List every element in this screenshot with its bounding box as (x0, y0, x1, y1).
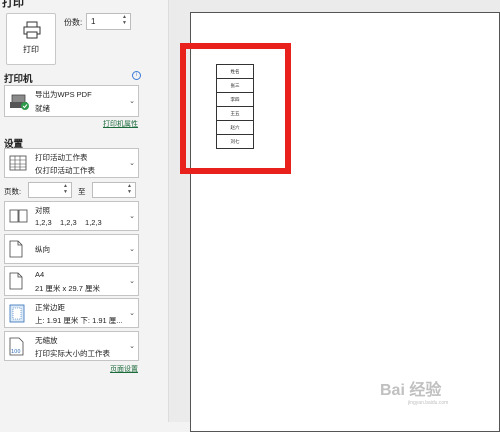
orientation-line1: 纵向 (35, 245, 50, 254)
watermark-sub: jingyan.baidu.com (408, 400, 449, 406)
print-scope-line2: 仅打印活动工作表 (35, 166, 95, 175)
pages-to-stepper[interactable]: ▲ ▼ (92, 182, 136, 198)
info-icon[interactable]: i (132, 71, 141, 80)
printer-status: 就绪 (35, 104, 50, 113)
margins-line2: 上: 1.91 厘米 下: 1.91 厘... (35, 316, 123, 325)
chevron-down-icon: ⌄ (129, 246, 135, 253)
print-scope-line1: 打印活动工作表 (35, 153, 88, 162)
chevron-down-icon: ⌄ (129, 278, 135, 285)
chevron-down-icon: ⌄ (129, 343, 135, 350)
margins-select[interactable]: 正常边距 上: 1.91 厘米 下: 1.91 厘... ⌄ (4, 298, 139, 328)
scaling-line1: 无缩放 (35, 336, 58, 345)
scaling-100-icon: 100 (9, 337, 24, 356)
printer-select[interactable]: 导出为WPS PDF 就绪 ⌄ (4, 85, 139, 117)
print-button-label: 打印 (23, 45, 39, 54)
collation-select[interactable]: 对照 1,2,3 1,2,3 1,2,3 ⌄ (4, 201, 139, 231)
printer-section-title: 打印机 (4, 74, 33, 85)
print-settings-panel: 打印 打印 份数: 1 ▲ ▼ 打印机 i 导出为WPS PDF 就绪 ⌄ 打印机… (0, 0, 168, 422)
paper-size-icon (9, 272, 23, 290)
printer-icon (23, 21, 41, 39)
printer-name: 导出为WPS PDF (35, 90, 92, 99)
margins-icon (9, 304, 25, 323)
pdf-printer-icon (10, 94, 29, 110)
watermark: Bai 经验 (380, 382, 442, 399)
orientation-select[interactable]: 纵向 ⌄ (4, 234, 139, 264)
pages-from-stepper[interactable]: ▲ ▼ (28, 182, 72, 198)
highlight-box (180, 43, 291, 174)
print-scope-select[interactable]: 打印活动工作表 仅打印活动工作表 ⌄ (4, 148, 139, 178)
paper-size-select[interactable]: A4 21 厘米 x 29.7 厘米 ⌄ (4, 266, 139, 296)
chevron-down-icon: ⌄ (129, 310, 135, 317)
collate-pages-icon (9, 209, 28, 223)
printer-properties-link[interactable]: 打印机属性 (103, 119, 138, 129)
collation-line2: 1,2,3 1,2,3 1,2,3 (35, 218, 102, 227)
worksheet-grid-icon (9, 155, 27, 171)
copies-value: 1 (91, 17, 96, 26)
svg-text:100: 100 (11, 349, 21, 355)
scaling-select[interactable]: 100 无缩放 打印实际大小的工作表 ⌄ (4, 331, 139, 361)
paper-size-line1: A4 (35, 270, 45, 279)
copies-stepper[interactable]: 1 ▲ ▼ (86, 13, 131, 30)
collation-line1: 对照 (35, 206, 50, 215)
print-button[interactable]: 打印 (6, 13, 56, 65)
chevron-down-icon: ⌄ (129, 98, 135, 105)
panel-title: 打印 (2, 0, 24, 9)
copies-label: 份数: (64, 18, 83, 27)
chevron-down-icon: ⌄ (129, 213, 135, 220)
portrait-page-icon (9, 240, 23, 258)
pages-to-label: 至 (78, 187, 86, 196)
scaling-line2: 打印实际大小的工作表 (35, 349, 110, 358)
pages-label: 页数: (4, 187, 22, 196)
page-setup-link[interactable]: 页面设置 (110, 364, 138, 374)
stepper-arrows-icon[interactable]: ▲ ▼ (122, 14, 127, 26)
stepper-arrows-icon[interactable]: ▲ ▼ (63, 183, 68, 195)
chevron-down-icon: ⌄ (129, 160, 135, 167)
paper-size-line2: 21 厘米 x 29.7 厘米 (35, 284, 101, 293)
stepper-arrows-icon[interactable]: ▲ ▼ (127, 183, 132, 195)
margins-line1: 正常边距 (35, 303, 65, 312)
